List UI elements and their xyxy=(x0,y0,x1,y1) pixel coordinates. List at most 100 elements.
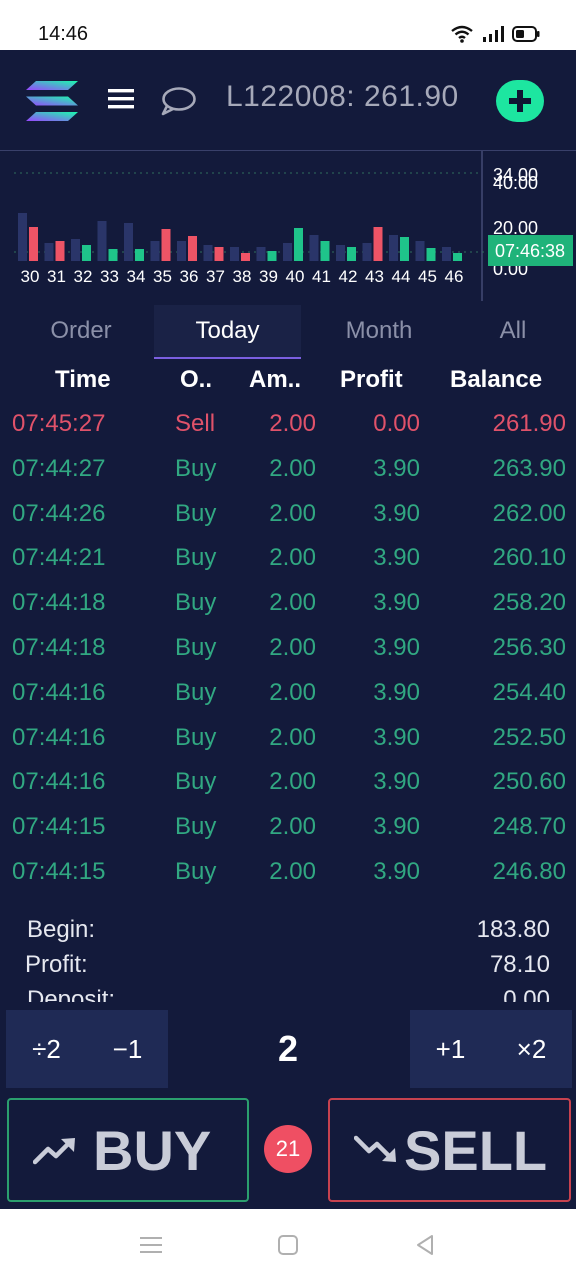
cell-order-type: Buy xyxy=(175,768,217,796)
chart-bar xyxy=(267,251,277,261)
chart-volume-bar xyxy=(362,243,372,261)
increment-lot-button[interactable]: +1 xyxy=(410,1034,491,1065)
table-row[interactable]: 07:44:21 Buy 2.00 3.90 260.10 xyxy=(0,536,576,580)
cell-time: 07:45:27 xyxy=(12,410,106,437)
home-icon[interactable] xyxy=(277,1234,299,1256)
cell-profit: 3.90 xyxy=(373,723,420,751)
cell-amount: 2.00 xyxy=(269,499,316,527)
chart-x-tick-label: 46 xyxy=(445,267,464,286)
chart-x-tick-label: 30 xyxy=(21,267,40,286)
cell-amount: 2.00 xyxy=(269,723,316,751)
table-row[interactable]: 07:44:15 Buy 2.00 3.90 248.70 xyxy=(0,805,576,849)
summary-panel: Begin: 183.80 Profit: 78.10 Deposit: 0.0… xyxy=(0,912,576,1002)
cell-time: 07:44:21 xyxy=(12,544,106,572)
chart-volume-bar xyxy=(71,239,80,261)
cell-amount: 2.00 xyxy=(269,634,316,661)
cell-amount: 2.00 xyxy=(269,858,316,885)
open-orders-badge[interactable]: 21 xyxy=(264,1125,312,1173)
header-amount: Am.. xyxy=(249,366,302,393)
table-row[interactable]: 07:44:27 Buy 2.00 3.90 263.90 xyxy=(0,447,576,491)
table-row[interactable]: 07:44:15 Buy 2.00 3.90 246.80 xyxy=(0,850,576,894)
cell-time: 07:44:15 xyxy=(12,813,106,841)
deposit-value: 0.00 xyxy=(503,986,550,1002)
cell-balance: 262.00 xyxy=(492,499,566,527)
tab-today[interactable]: Today xyxy=(154,305,301,359)
chart-x-tick-label: 37 xyxy=(206,267,225,286)
chart-volume-bar xyxy=(415,241,425,261)
table-row[interactable]: 07:44:18 Buy 2.00 3.90 258.20 xyxy=(0,581,576,625)
chart-bar xyxy=(55,241,65,261)
chart-volume-bar xyxy=(256,247,266,261)
cell-order-type: Buy xyxy=(175,678,217,706)
cell-amount: 2.00 xyxy=(269,678,316,706)
tab-month[interactable]: Month xyxy=(318,305,440,357)
cell-balance: 254.40 xyxy=(492,678,566,706)
tab-order[interactable]: Order xyxy=(20,305,142,357)
buy-button[interactable]: BUY xyxy=(7,1098,249,1202)
price-chart-svg: 30 31 32 33 34 35 36 37 38 39 40 41 42 43 44 45 4634.004… xyxy=(14,151,573,301)
begin-label: Begin: xyxy=(27,916,96,943)
table-row[interactable]: 07:44:16 Buy 2.00 3.90 254.40 xyxy=(0,671,576,715)
cell-balance: 258.20 xyxy=(492,589,566,617)
cell-time: 07:44:15 xyxy=(12,858,106,885)
increase-lot-group: +1 ×2 xyxy=(410,1010,572,1088)
chart-volume-bar xyxy=(389,235,398,261)
chart-volume-bar xyxy=(124,223,133,261)
cell-profit: 3.90 xyxy=(373,634,420,661)
cell-balance: 246.80 xyxy=(492,858,566,885)
table-row[interactable]: 07:44:16 Buy 2.00 3.90 252.50 xyxy=(0,716,576,760)
header-profit: Profit xyxy=(340,366,403,393)
cell-balance: 260.10 xyxy=(492,544,566,572)
cell-order-type: Buy xyxy=(175,499,217,527)
menu-icon[interactable] xyxy=(108,88,134,110)
cell-profit: 3.90 xyxy=(373,454,420,482)
sell-button[interactable]: SELL xyxy=(328,1098,571,1202)
chart-bar xyxy=(161,229,171,261)
signal-icon xyxy=(483,26,504,42)
chart-volume-bar xyxy=(150,241,160,261)
battery-icon xyxy=(512,26,540,42)
cell-time: 07:44:26 xyxy=(12,499,106,527)
cell-order-type: Buy xyxy=(175,634,217,661)
chart-x-tick-label: 43 xyxy=(365,267,384,286)
chart-bar xyxy=(320,241,330,261)
chart-x-tick-label: 45 xyxy=(418,267,437,286)
chart-volume-bar xyxy=(177,241,186,261)
cell-balance: 248.70 xyxy=(492,813,566,841)
tab-month-label: Month xyxy=(345,317,413,344)
period-tabs: Order Today Month All xyxy=(0,305,576,360)
cell-time: 07:44:16 xyxy=(12,678,106,706)
chart-bar xyxy=(29,227,38,261)
table-row[interactable]: 07:44:18 Buy 2.00 3.90 256.30 xyxy=(0,626,576,670)
tab-all[interactable]: All xyxy=(452,305,574,357)
table-row[interactable]: 07:45:27 Sell 2.00 0.00 261.90 xyxy=(0,402,576,446)
table-row[interactable]: 07:44:26 Buy 2.00 3.90 262.00 xyxy=(0,492,576,536)
cell-profit: 3.90 xyxy=(373,499,420,527)
chat-icon[interactable] xyxy=(160,86,196,116)
account-id: L122008: xyxy=(226,80,356,113)
deposit-label: Deposit: xyxy=(27,986,116,1002)
cell-amount: 2.00 xyxy=(269,589,316,617)
table-row[interactable]: 07:44:16 Buy 2.00 3.90 250.60 xyxy=(0,760,576,804)
cell-order-type: Sell xyxy=(175,410,216,437)
cell-time: 07:44:18 xyxy=(12,589,106,617)
chart-volume-bar xyxy=(336,245,345,261)
double-lot-button[interactable]: ×2 xyxy=(491,1034,572,1065)
chart-volume-bar xyxy=(203,245,213,261)
recents-icon[interactable] xyxy=(140,1235,162,1255)
chart-bar xyxy=(188,236,197,261)
add-funds-button[interactable] xyxy=(496,80,544,122)
cell-order-type: Buy xyxy=(175,723,217,751)
chart-x-tick-label: 41 xyxy=(312,267,331,286)
cell-order-type: Buy xyxy=(175,858,217,885)
decrement-lot-button[interactable]: −1 xyxy=(87,1034,168,1065)
chart-bar xyxy=(214,247,224,261)
plus-icon xyxy=(509,90,531,112)
chart-x-tick-label: 35 xyxy=(153,267,172,286)
balance-value: 261.90 xyxy=(363,80,459,113)
back-icon[interactable] xyxy=(414,1234,436,1256)
halve-lot-button[interactable]: ÷2 xyxy=(6,1034,87,1065)
cell-profit: 3.90 xyxy=(373,813,420,841)
cell-order-type: Buy xyxy=(175,589,217,617)
header-time: Time xyxy=(55,366,111,393)
